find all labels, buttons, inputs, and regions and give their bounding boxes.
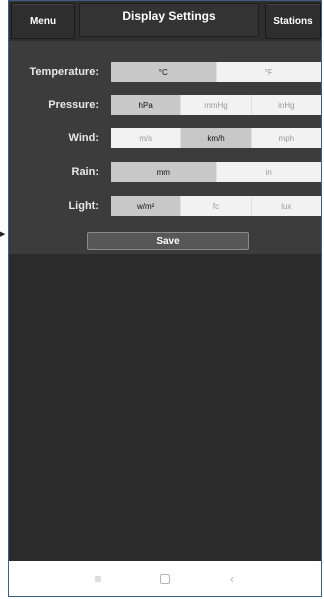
- wind-option-ms[interactable]: m/s: [111, 128, 182, 148]
- pressure-selector: hPa mmHg inHg: [111, 95, 321, 115]
- back-icon[interactable]: ‹: [225, 572, 239, 586]
- pressure-option-hpa[interactable]: hPa: [111, 95, 182, 115]
- save-button[interactable]: Save: [87, 232, 249, 250]
- temperature-option-c[interactable]: °C: [111, 62, 217, 82]
- home-icon[interactable]: [160, 573, 170, 584]
- light-selector: w/m² fc lux: [111, 196, 321, 216]
- recent-apps-icon[interactable]: ≡: [91, 572, 105, 586]
- pointer-arrow-icon: ▶: [0, 231, 6, 238]
- empty-content-area: [9, 254, 321, 561]
- pressure-option-inhg[interactable]: inHg: [251, 95, 321, 115]
- rain-option-in[interactable]: in: [216, 162, 321, 182]
- rain-label: Rain:: [71, 166, 100, 178]
- app-frame: Menu Display Settings Stations Temperatu…: [8, 0, 322, 597]
- light-option-fc[interactable]: fc: [181, 196, 252, 216]
- temperature-option-f[interactable]: °F: [216, 62, 321, 82]
- menu-button[interactable]: Menu: [11, 3, 75, 39]
- temperature-selector: °C °F: [111, 62, 321, 82]
- light-row: Light: w/m² fc lux: [9, 195, 321, 217]
- page-title: Display Settings: [79, 3, 259, 37]
- wind-selector: m/s km/h mph: [111, 128, 321, 148]
- system-nav-bar: ≡ ‹: [9, 561, 321, 596]
- wind-option-kmh[interactable]: km/h: [181, 128, 252, 148]
- wind-label: Wind:: [68, 132, 99, 144]
- rain-option-mm[interactable]: mm: [111, 162, 217, 182]
- pressure-label: Pressure:: [48, 99, 99, 111]
- wind-option-mph[interactable]: mph: [251, 128, 321, 148]
- rain-selector: mm in: [111, 162, 321, 182]
- light-option-wm2[interactable]: w/m²: [111, 196, 182, 216]
- pressure-option-mmhg[interactable]: mmHg: [181, 95, 252, 115]
- rain-row: Rain: mm in: [9, 161, 321, 183]
- top-bar: Menu Display Settings Stations: [9, 1, 321, 41]
- temperature-label: Temperature:: [29, 66, 99, 78]
- wind-row: Wind: m/s km/h mph: [9, 127, 321, 149]
- light-label: Light:: [68, 200, 99, 212]
- pressure-row: Pressure: hPa mmHg inHg: [9, 94, 321, 116]
- settings-panel: Temperature: °C °F Pressure: hPa mmHg in…: [9, 41, 321, 254]
- stations-button[interactable]: Stations: [265, 3, 321, 39]
- temperature-row: Temperature: °C °F: [9, 61, 321, 83]
- light-option-lux[interactable]: lux: [251, 196, 321, 216]
